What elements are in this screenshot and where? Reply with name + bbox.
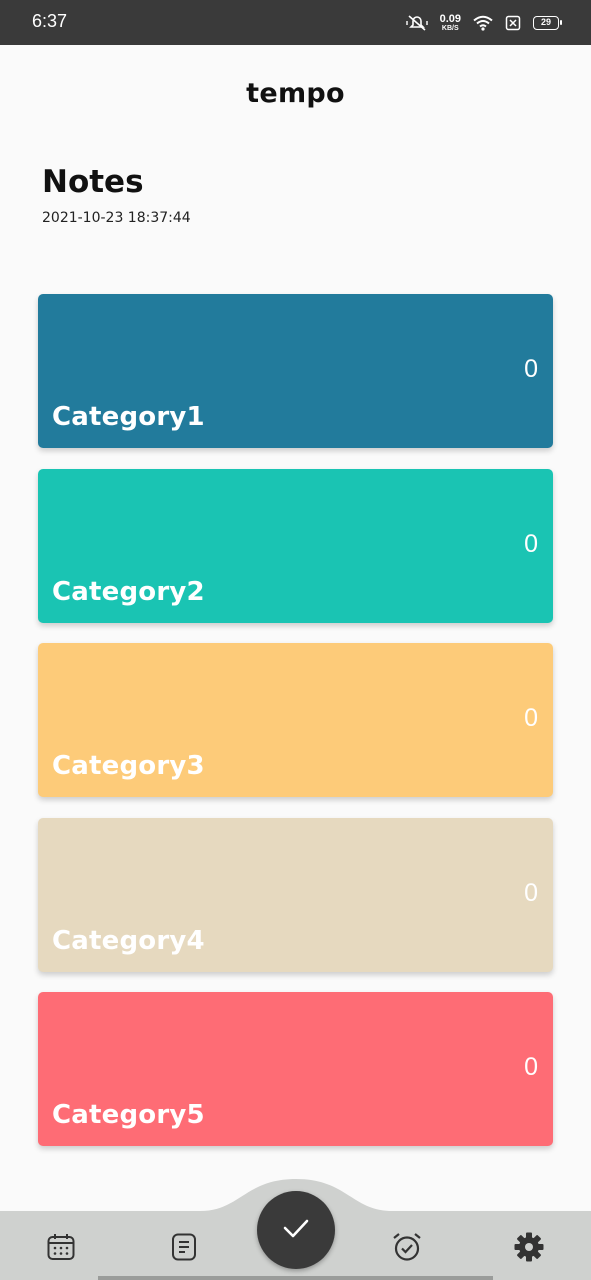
category-name: Category1 [52,402,205,432]
battery-icon: 29 [533,16,562,30]
category-name: Category5 [52,1100,205,1130]
gear-icon[interactable] [509,1227,549,1267]
category-count: 0 [524,530,538,558]
alarm-icon[interactable] [387,1227,427,1267]
gesture-indicator [98,1276,493,1280]
status-icons: 0.09 KB/S 29 [405,12,562,34]
check-icon [282,1217,310,1243]
wifi-icon [473,15,493,31]
status-time: 6:37 [32,11,68,31]
category-card-5[interactable]: 0 Category5 [38,992,553,1146]
category-name: Category4 [52,926,205,956]
notes-icon[interactable] [164,1227,204,1267]
category-card-3[interactable]: 0 Category3 [38,643,553,797]
category-card-2[interactable]: 0 Category2 [38,469,553,623]
page-title: Notes [42,164,144,200]
mute-vibrate-icon [405,14,428,32]
sim-x-icon [505,15,521,31]
category-card-1[interactable]: 0 Category1 [38,294,553,448]
category-count: 0 [524,1053,538,1081]
category-name: Category3 [52,751,205,781]
category-count: 0 [524,355,538,383]
calendar-icon[interactable] [41,1227,81,1267]
category-name: Category2 [52,577,205,607]
status-bar: 6:37 0.09 KB/S 29 [0,0,591,45]
net-speed: 0.09 KB/S [439,13,461,33]
check-button[interactable] [257,1191,335,1269]
app-title: tempo [246,78,345,109]
category-count: 0 [524,879,538,907]
category-count: 0 [524,704,538,732]
category-card-4[interactable]: 0 Category4 [38,818,553,972]
page-date: 2021-10-23 18:37:44 [42,210,191,226]
